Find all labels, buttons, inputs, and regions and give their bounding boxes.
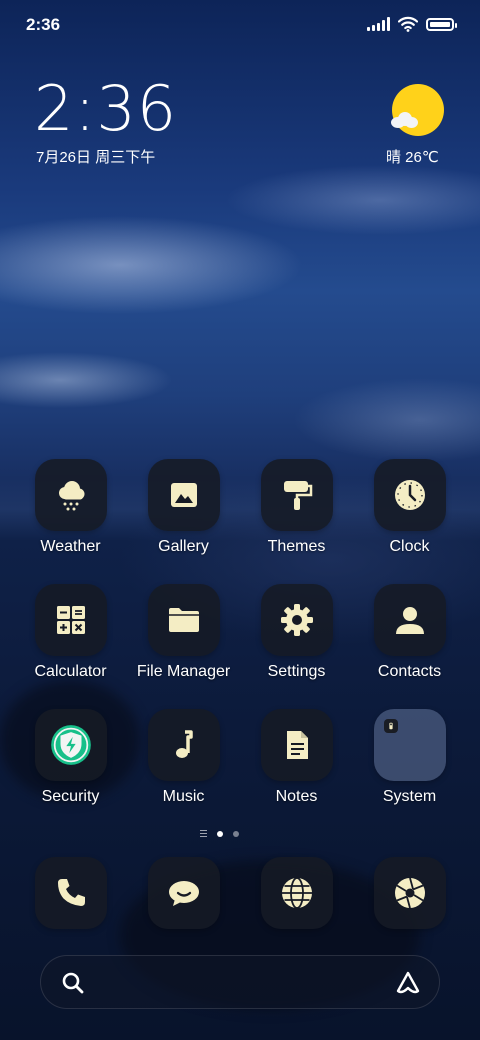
- page-dot-active[interactable]: [217, 830, 223, 837]
- sunny-cloud-icon[interactable]: [392, 84, 444, 136]
- app-tile[interactable]: [34, 709, 107, 781]
- app-label: Settings: [267, 663, 326, 680]
- app-label: Security: [41, 788, 100, 805]
- app-label: Clock: [389, 538, 430, 555]
- dock-browser[interactable]: [240, 857, 353, 929]
- notes-icon: [286, 731, 308, 759]
- dock-phone[interactable]: [14, 857, 127, 929]
- gallery-icon: [170, 483, 197, 507]
- globe-icon: [281, 877, 312, 909]
- app-weather[interactable]: Weather: [14, 459, 127, 556]
- dock-messages[interactable]: [127, 857, 240, 929]
- app-label: File Manager: [136, 663, 231, 680]
- widget-clock[interactable]: 2:36: [34, 76, 177, 142]
- app-settings[interactable]: Settings: [240, 584, 353, 681]
- app-label: Gallery: [158, 538, 209, 555]
- page-list-icon: [200, 830, 207, 837]
- app-label: Themes: [267, 538, 326, 555]
- signal-icon: [367, 17, 390, 31]
- app-security[interactable]: Security: [14, 709, 127, 806]
- camera-aperture-icon: [394, 877, 425, 909]
- app-calculator[interactable]: Calculator: [14, 584, 127, 681]
- folder-tile[interactable]: [373, 709, 446, 781]
- app-label: System: [382, 788, 437, 805]
- app-tile[interactable]: [260, 584, 333, 656]
- app-tile[interactable]: [373, 857, 446, 929]
- app-tile[interactable]: [34, 459, 107, 531]
- music-note-icon: [175, 730, 193, 758]
- app-tile[interactable]: [147, 709, 220, 781]
- app-clock[interactable]: Clock: [353, 459, 466, 556]
- folder-icon: [168, 608, 199, 632]
- phone-icon: [57, 879, 85, 906]
- app-tile[interactable]: [147, 459, 220, 531]
- person-icon: [395, 607, 424, 634]
- app-label: Notes: [275, 788, 318, 805]
- app-notes[interactable]: Notes: [240, 709, 353, 806]
- search-icon[interactable]: [61, 971, 85, 995]
- app-contacts[interactable]: Contacts: [353, 584, 466, 681]
- widget-date: 7月26日 周三下午: [36, 149, 156, 166]
- assistant-icon[interactable]: [395, 970, 421, 996]
- app-music[interactable]: Music: [127, 709, 240, 806]
- app-label: Contacts: [377, 663, 442, 680]
- app-tile[interactable]: [373, 459, 446, 531]
- app-tile[interactable]: [34, 857, 107, 929]
- app-tile[interactable]: [373, 584, 446, 656]
- battery-icon: [426, 17, 457, 31]
- page-dot[interactable]: [233, 830, 239, 837]
- page-indicator[interactable]: [200, 830, 239, 837]
- app-tile[interactable]: [260, 709, 333, 781]
- cloud-icon: [391, 112, 421, 128]
- status-time: 2:36: [26, 15, 61, 34]
- shield-icon: [50, 725, 91, 765]
- widget-weather-text: 晴 26℃: [386, 149, 439, 166]
- dock-camera[interactable]: [353, 857, 466, 929]
- app-file-manager[interactable]: File Manager: [127, 584, 240, 681]
- app-tile[interactable]: [260, 459, 333, 531]
- app-tile[interactable]: [260, 857, 333, 929]
- search-bar[interactable]: [40, 955, 440, 1009]
- app-label: Weather: [40, 538, 101, 555]
- status-bar: 2:36: [0, 0, 480, 50]
- app-tile[interactable]: [34, 584, 107, 656]
- paint-roller-icon: [283, 481, 312, 510]
- app-system-folder[interactable]: System: [353, 709, 466, 806]
- app-tile[interactable]: [147, 584, 220, 656]
- clock-icon: [394, 480, 425, 510]
- wifi-icon: [398, 16, 418, 32]
- app-label: Calculator: [34, 663, 107, 680]
- app-tile[interactable]: [147, 857, 220, 929]
- status-icons: [367, 16, 457, 32]
- app-label: Music: [162, 788, 205, 805]
- app-gallery[interactable]: Gallery: [127, 459, 240, 556]
- app-themes[interactable]: Themes: [240, 459, 353, 556]
- weather-icon: [58, 481, 84, 511]
- gear-icon: [280, 604, 313, 636]
- chat-icon: [168, 881, 199, 906]
- calculator-icon: [56, 606, 85, 634]
- folder-system-icon: [383, 719, 398, 733]
